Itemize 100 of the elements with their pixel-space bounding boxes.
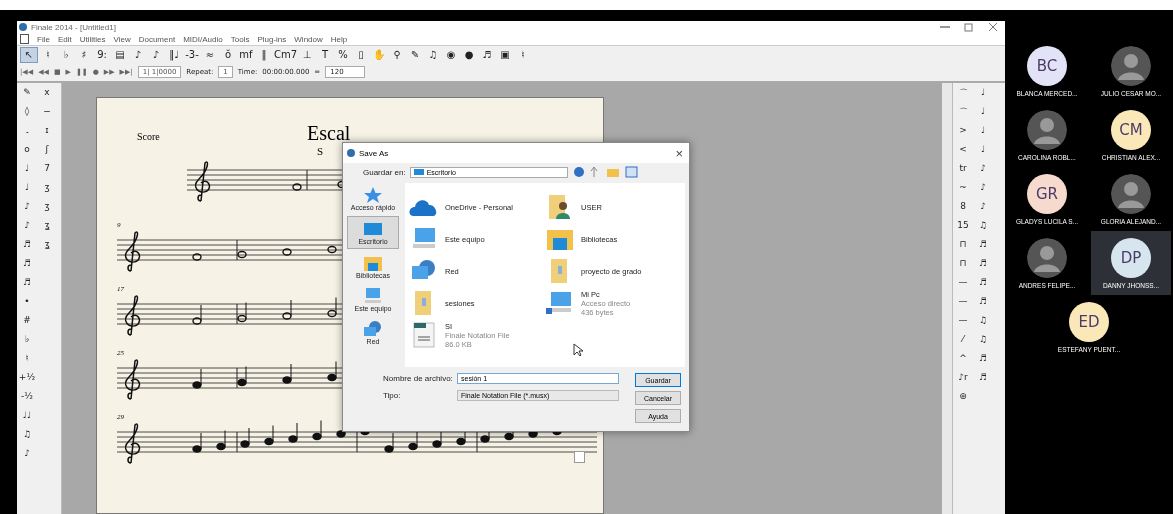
palette-tool[interactable]: -½ [17,391,37,410]
palette-tool[interactable]: o [17,144,37,163]
palette-tool[interactable]: ♩ [973,106,993,125]
palette-tool[interactable]: — [953,277,973,296]
tool-button[interactable]: ◉ [443,47,460,62]
palette-tool[interactable]: ♩ [973,144,993,163]
palette-tool[interactable]: 15 [953,220,973,239]
palette-tool[interactable]: ♩ [17,163,37,182]
tool-button[interactable]: ≈ [202,47,218,62]
palette-tool[interactable]: ♪ [973,163,993,182]
tool-button[interactable]: ♪ [148,47,164,62]
palette-tool[interactable]: ♫ [973,315,993,334]
palette-tool[interactable]: 𝅘 [17,125,37,144]
palette-tool[interactable]: ♫ [17,429,37,448]
tool-button[interactable]: mf [238,47,254,62]
close-button[interactable]: × [669,145,689,161]
palette-tool[interactable]: ♫ [973,220,993,239]
palette-tool[interactable]: ʒ [37,182,57,201]
palette-tool[interactable]: ɪ [37,125,57,144]
palette-tool[interactable]: 8 [953,201,973,220]
tool-button[interactable]: ♪ [130,47,146,62]
tool-button[interactable]: ♮ [515,47,532,62]
palette-tool[interactable]: ♪ [973,201,993,220]
palette-tool[interactable]: ʓ [37,239,57,258]
palette-tool[interactable]: tr [953,163,973,182]
tool-button[interactable]: ♮ [40,47,56,62]
palette-tool[interactable]: ^ [953,353,973,372]
palette-tool[interactable]: ♩ [17,182,37,201]
palette-tool[interactable]: — [953,296,973,315]
palette-tool[interactable]: ⌒ [953,106,973,125]
menu-item[interactable]: Edit [57,34,72,44]
tool-button[interactable]: ● [461,47,478,62]
tool-button[interactable]: ‖♩ [166,47,182,62]
palette-tool[interactable]: ⊓ [953,239,973,258]
palette-tool[interactable]: ♩♩ [17,410,37,429]
palette-tool[interactable]: # [17,315,37,334]
tool-button[interactable]: ▯ [353,47,370,62]
document-icon[interactable] [20,34,29,44]
tool-button[interactable]: ⚲ [389,47,406,62]
tool-button[interactable]: ‖ [256,47,272,62]
palette-tool[interactable]: ♬ [973,277,993,296]
palette-tool[interactable]: ◊ [17,106,37,125]
palette-tool[interactable]: • [17,296,37,315]
palette-tool[interactable]: ✎ [17,87,37,106]
palette-tool[interactable]: < [953,144,973,163]
tool-button[interactable]: -3- [184,47,200,62]
palette-tool[interactable]: ♬ [17,239,37,258]
tool-button[interactable]: Cm7 [274,47,298,62]
palette-tool[interactable]: x [37,87,57,106]
tool-button[interactable]: ⊥ [299,47,316,62]
palette-tool[interactable]: ♬ [17,277,37,296]
palette-tool[interactable]: ⁄ [953,334,973,353]
tool-button[interactable]: ↖ [20,46,38,63]
palette-tool[interactable]: ♬ [973,258,993,277]
palette-tool[interactable]: — [953,315,973,334]
menu-item[interactable]: MIDI/Audio [183,34,223,44]
palette-tool[interactable]: ♬ [973,296,993,315]
menu-item[interactable]: Document [138,34,176,44]
menu-item[interactable]: Tools [230,34,250,44]
tool-button[interactable]: ŏ [220,47,236,62]
palette-tool[interactable]: ⌒ [953,87,973,106]
palette-tool[interactable]: ♭ [17,334,37,353]
menu-item[interactable]: Window [294,34,323,44]
palette-tool[interactable]: ♬ [973,239,993,258]
menu-item[interactable]: Plug-ins [257,34,287,44]
tool-button[interactable]: ♯ [76,47,92,62]
palette-tool[interactable]: ⊛ [953,391,973,410]
palette-tool[interactable]: − [37,106,57,125]
tool-button[interactable]: ♬ [479,47,496,62]
menu-item[interactable]: File [37,34,50,44]
tool-button[interactable]: ♭ [58,47,74,62]
palette-tool[interactable]: ⊓ [953,258,973,277]
page-icon[interactable] [574,451,585,463]
palette-tool[interactable]: > [953,125,973,144]
palette-tool[interactable]: ~ [953,182,973,201]
palette-tool[interactable]: ♮ [17,353,37,372]
tool-button[interactable]: ▣ [497,47,514,62]
palette-tool[interactable]: +½ [17,372,37,391]
palette-tool[interactable]: ♬ [973,353,993,372]
palette-tool[interactable]: ʒ [37,201,57,220]
palette-tool[interactable]: ♬ [17,258,37,277]
palette-tool[interactable]: ♪ [17,448,37,467]
palette-tool[interactable]: ʃ [37,144,57,163]
palette-tool[interactable]: ♪r [953,372,973,391]
palette-tool[interactable]: ʓ [37,220,57,239]
palette-tool[interactable]: ♪ [973,182,993,201]
menu-item[interactable]: Utilities [79,34,106,44]
palette-tool[interactable]: ♬ [973,372,993,391]
scrollbar[interactable] [942,83,952,514]
tool-button[interactable]: ♫ [425,47,442,62]
palette-tool[interactable]: ♩ [973,87,993,106]
palette-tool[interactable]: 7 [37,163,57,182]
menu-item[interactable]: Help [330,34,348,44]
menu-item[interactable]: View [113,34,131,44]
tool-button[interactable]: ▤ [112,47,128,62]
palette-tool[interactable]: ♪ [17,201,37,220]
palette-tool[interactable]: ♫ [973,334,993,353]
tool-button[interactable]: T [317,47,334,62]
tool-button[interactable]: % [335,47,352,62]
tool-button[interactable]: 9: [94,47,110,62]
